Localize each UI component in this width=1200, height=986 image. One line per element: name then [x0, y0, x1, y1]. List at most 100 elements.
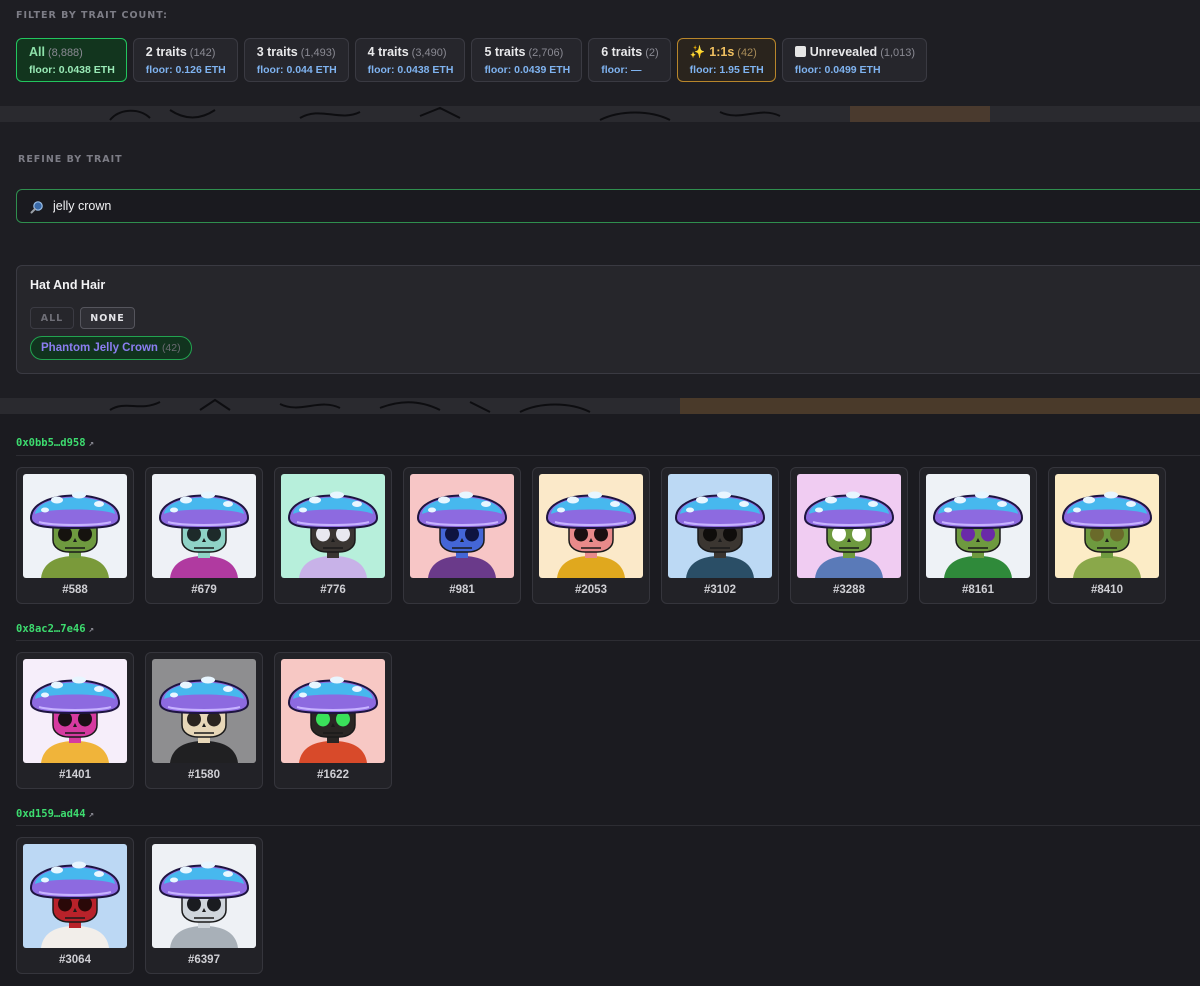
doodle-banner-strip — [0, 106, 1200, 122]
nft-thumbnail — [1055, 474, 1159, 578]
chip-label: 2 traits — [145, 45, 187, 59]
owner-address-2[interactable]: 0x8ac2…7e46 ↗ — [16, 623, 94, 635]
chip-6-traits[interactable]: 6 traits (2) floor: — — [588, 38, 671, 82]
nft-card[interactable]: #8161 — [919, 467, 1037, 604]
search-icon — [30, 201, 43, 214]
chip-label: 6 traits — [601, 45, 643, 59]
nft-thumbnail — [797, 474, 901, 578]
nft-token-id: #1580 — [188, 769, 220, 781]
token-grid: #1401 #1580 #1622 — [16, 652, 392, 789]
external-link-icon: ↗ — [88, 625, 94, 635]
trait-category-card: Hat And Hair ALL NONE Phantom Jelly Crow… — [16, 265, 1200, 374]
token-grid: #3064 #6397 — [16, 837, 263, 974]
chip-count: (8,888) — [47, 47, 83, 59]
external-link-icon: ↗ — [88, 810, 94, 820]
chip-label: Unrevealed — [809, 45, 878, 59]
chip-2-traits[interactable]: 2 traits (142) floor: 0.126 ETH — [132, 38, 238, 82]
nft-card[interactable]: #588 — [16, 467, 134, 604]
chip-count: (1,493) — [300, 47, 336, 59]
chip-5-traits[interactable]: 5 traits (2,706) floor: 0.0439 ETH — [471, 38, 583, 82]
nft-thumbnail — [152, 844, 256, 948]
nft-card[interactable]: #1622 — [274, 652, 392, 789]
chip-count: (142) — [189, 47, 216, 59]
chip-count: (2,706) — [528, 47, 564, 59]
nft-card[interactable]: #1580 — [145, 652, 263, 789]
external-link-icon: ↗ — [88, 439, 94, 449]
owner-address-text: 0x8ac2…7e46 — [16, 623, 86, 635]
nft-thumbnail — [539, 474, 643, 578]
nft-card[interactable]: #3288 — [790, 467, 908, 604]
trait-search-box[interactable] — [16, 189, 1200, 223]
chip-unrevealed[interactable]: Unrevealed (1,013) floor: 0.0499 ETH — [781, 38, 928, 82]
trait-count-filter-section: FILTER BY TRAIT COUNT: All (8,888) floor:… — [0, 0, 1200, 106]
trait-count-chips: All (8,888) floor: 0.0438 ETH 2 traits (14… — [16, 38, 928, 82]
nft-thumbnail — [152, 659, 256, 763]
chip-floor: floor: — — [601, 64, 642, 76]
owner-address-text: 0xd159…ad44 — [16, 808, 86, 820]
chip-all[interactable]: All (8,888) floor: 0.0438 ETH — [16, 38, 127, 82]
chip-label: 1:1s — [709, 45, 735, 59]
trait-none-button[interactable]: NONE — [80, 307, 135, 329]
chip-count: (3,490) — [411, 47, 447, 59]
chip-floor: floor: 0.0439 ETH — [484, 64, 571, 76]
chip-count: (1,013) — [880, 47, 916, 59]
nft-token-id: #2053 — [575, 584, 607, 596]
nft-token-id: #3288 — [833, 584, 865, 596]
owner-divider — [16, 825, 1200, 826]
owner-address-1[interactable]: 0x0bb5…d958 ↗ — [16, 437, 94, 449]
nft-token-id: #3102 — [704, 584, 736, 596]
nft-token-id: #8161 — [962, 584, 994, 596]
chip-4-traits[interactable]: 4 traits (3,490) floor: 0.0438 ETH — [354, 38, 466, 82]
nft-card[interactable]: #679 — [145, 467, 263, 604]
chip-floor: floor: 0.0438 ETH — [29, 64, 115, 76]
trait-search-input[interactable] — [53, 190, 653, 222]
owner-divider — [16, 455, 1200, 456]
nft-token-id: #8410 — [1091, 584, 1123, 596]
nft-thumbnail — [23, 474, 127, 578]
sparkles-icon: ✨ — [689, 45, 706, 59]
nft-card[interactable]: #776 — [274, 467, 392, 604]
owner-address-text: 0x0bb5…d958 — [16, 437, 86, 449]
trait-all-button[interactable]: ALL — [30, 307, 74, 329]
owner-address-3[interactable]: 0xd159…ad44 ↗ — [16, 808, 94, 820]
white-square-icon — [794, 46, 806, 57]
nft-token-id: #3064 — [59, 954, 91, 966]
nft-token-id: #588 — [62, 584, 88, 596]
chip-floor: floor: 0.0438 ETH — [367, 64, 454, 76]
refine-label: REFINE BY TRAIT — [18, 154, 123, 165]
chip-3-traits[interactable]: 3 traits (1,493) floor: 0.044 ETH — [243, 38, 349, 82]
chip-floor: floor: 0.044 ETH — [256, 64, 337, 76]
nft-thumbnail — [926, 474, 1030, 578]
chip-floor: floor: 1.95 ETH — [689, 64, 764, 76]
chip-one-of-ones[interactable]: ✨ 1:1s (42) floor: 1.95 ETH — [676, 38, 776, 82]
nft-thumbnail — [410, 474, 514, 578]
nft-token-id: #679 — [191, 584, 217, 596]
trait-value-label: Phantom Jelly Crown — [41, 342, 158, 354]
chip-count: (2) — [645, 47, 659, 59]
nft-card[interactable]: #3102 — [661, 467, 779, 604]
chip-floor: floor: 0.126 ETH — [145, 64, 226, 76]
chip-label: 5 traits — [484, 45, 526, 59]
nft-thumbnail — [281, 474, 385, 578]
chip-floor: floor: 0.0499 ETH — [794, 64, 881, 76]
nft-token-id: #6397 — [188, 954, 220, 966]
chip-label: All — [29, 45, 45, 59]
chip-label: 4 traits — [367, 45, 409, 59]
nft-card[interactable]: #2053 — [532, 467, 650, 604]
trait-value-count: (42) — [161, 342, 181, 354]
filter-label: FILTER BY TRAIT COUNT: — [16, 10, 168, 21]
chip-label: 3 traits — [256, 45, 298, 59]
trait-value-chip[interactable]: Phantom Jelly Crown (42) — [30, 336, 192, 360]
nft-token-id: #776 — [320, 584, 346, 596]
nft-card[interactable]: #981 — [403, 467, 521, 604]
nft-card[interactable]: #6397 — [145, 837, 263, 974]
nft-card[interactable]: #8410 — [1048, 467, 1166, 604]
trait-category-title: Hat And Hair — [30, 278, 106, 292]
nft-thumbnail — [281, 659, 385, 763]
nft-token-id: #981 — [449, 584, 475, 596]
doodle-banner-strip-lower — [0, 398, 1200, 414]
nft-card[interactable]: #1401 — [16, 652, 134, 789]
nft-card[interactable]: #3064 — [16, 837, 134, 974]
owner-divider — [16, 640, 1200, 641]
nft-thumbnail — [23, 844, 127, 948]
